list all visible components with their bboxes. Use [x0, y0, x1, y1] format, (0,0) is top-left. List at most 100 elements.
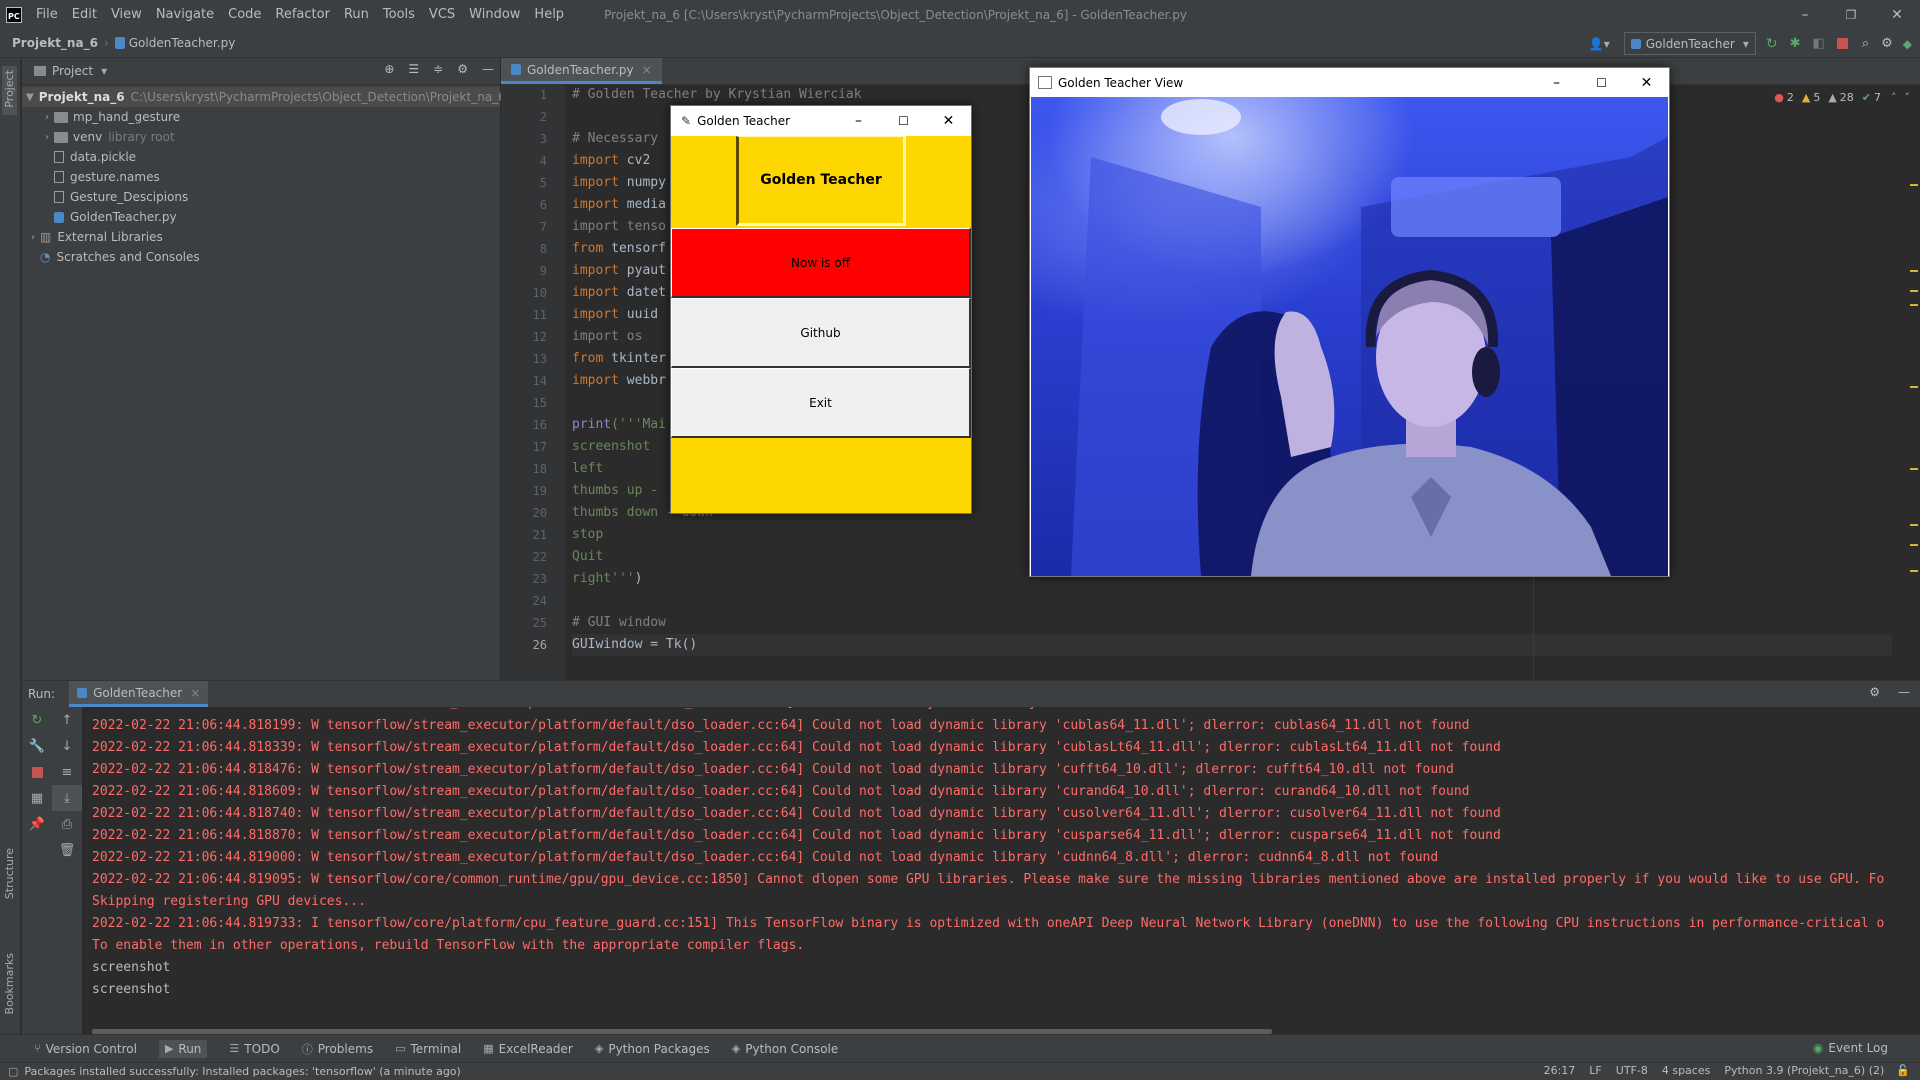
menu-item-help[interactable]: Help [534, 7, 564, 22]
hide-panel-icon[interactable]: — [1898, 685, 1910, 699]
tk-button-now-is-off[interactable]: Now is off [671, 228, 971, 298]
scroll-up-icon[interactable]: ↑ [52, 707, 82, 733]
minimize-icon[interactable]: – [1534, 68, 1579, 97]
camera-view-window[interactable]: Golden Teacher View – ☐ ✕ [1029, 67, 1670, 577]
tool-window-run[interactable]: ▶ Run [158, 1039, 208, 1058]
pin-icon[interactable]: 📌 [22, 811, 52, 837]
tree-item[interactable]: gesture.names [22, 167, 500, 187]
next-highlight-icon[interactable]: ˅ [1905, 91, 1911, 104]
menu-item-file[interactable]: File [36, 7, 58, 22]
event-log-button[interactable]: ◉ Event Log [1813, 1041, 1888, 1055]
tree-external-libraries[interactable]: › ▥ External Libraries [22, 227, 500, 247]
menu-item-edit[interactable]: Edit [72, 7, 97, 22]
tree-item[interactable]: › venv library root [22, 127, 500, 147]
chevron-down-icon[interactable]: ▼ [26, 92, 34, 103]
tool-window-python-packages[interactable]: ◈ Python Packages [595, 1042, 710, 1056]
python-interpreter[interactable]: Python 3.9 (Projekt_na_6) (2) [1724, 1064, 1884, 1077]
rerun-icon[interactable]: ↻ [22, 707, 52, 733]
structure-tool-button[interactable]: Structure [3, 848, 16, 902]
tk-button-exit[interactable]: Exit [671, 368, 971, 438]
tool-window-excelreader[interactable]: ▦ ExcelReader [483, 1042, 573, 1056]
tree-item[interactable]: GoldenTeacher.py [22, 207, 500, 227]
camera-window-titlebar[interactable]: Golden Teacher View – ☐ ✕ [1030, 68, 1669, 97]
menu-item-refactor[interactable]: Refactor [275, 7, 330, 22]
tk-button-github[interactable]: Github [671, 298, 971, 368]
jetbrains-toolbox-icon[interactable]: ◆ [1903, 37, 1912, 51]
tab-goldenteacher-py[interactable]: GoldenTeacher.py × [501, 58, 662, 84]
maximize-icon[interactable]: ☐ [1579, 68, 1624, 97]
tree-item[interactable]: › mp_hand_gesture [22, 107, 500, 127]
breadcrumb-file[interactable]: GoldenTeacher.py [129, 36, 236, 50]
console-output[interactable]: 2022-02-22 21:06:44.818199: W tensorflow… [92, 715, 1920, 1005]
minimize-icon[interactable]: – [1782, 0, 1828, 29]
restore-icon[interactable]: ❐ [1828, 0, 1874, 29]
layout-icon[interactable]: ▦ [22, 785, 52, 811]
tool-window-terminal[interactable]: ▭ Terminal [395, 1042, 461, 1056]
project-tool-button[interactable]: Project [2, 66, 17, 115]
status-message[interactable]: Packages installed successfully: Install… [24, 1065, 460, 1078]
menu-item-view[interactable]: View [111, 7, 142, 22]
hide-panel-icon[interactable]: — [482, 62, 494, 76]
previous-highlight-icon[interactable]: ˄ [1891, 91, 1897, 104]
bookmarks-tool-button[interactable]: Bookmarks [3, 953, 16, 1017]
tool-window-todo[interactable]: ☰ TODO [229, 1042, 279, 1056]
indent-setting[interactable]: 4 spaces [1662, 1064, 1711, 1077]
menu-item-vcs[interactable]: VCS [429, 7, 455, 22]
menu-item-navigate[interactable]: Navigate [156, 7, 214, 22]
cursor-position[interactable]: 26:17 [1544, 1064, 1576, 1077]
breadcrumb-project[interactable]: Projekt_na_6 [12, 36, 98, 50]
golden-teacher-window[interactable]: ✎ Golden Teacher – ☐ ✕ Golden Teacher No… [670, 105, 972, 514]
search-icon[interactable]: ⌕ [1862, 36, 1869, 51]
maximize-icon[interactable]: ☐ [881, 106, 926, 136]
run-config-selector[interactable]: GoldenTeacher ▾ [1623, 32, 1756, 55]
tree-scratches[interactable]: ◔ Scratches and Consoles [22, 247, 500, 267]
tree-item[interactable]: data.pickle [22, 147, 500, 167]
debug-icon[interactable]: ✱ [1790, 36, 1801, 51]
project-panel-title[interactable]: Project [52, 64, 93, 78]
chevron-right-icon[interactable]: › [40, 132, 54, 143]
tab-close-icon[interactable]: × [190, 686, 200, 700]
stop-icon[interactable] [1836, 38, 1848, 49]
file-encoding[interactable]: UTF-8 [1616, 1064, 1648, 1077]
lock-icon[interactable]: 🔓 [1896, 1064, 1910, 1077]
expand-all-icon[interactable]: ☰ [408, 62, 419, 76]
user-account-icon[interactable]: 👤▾ [1589, 37, 1610, 51]
rerun-icon[interactable]: ↻ [1766, 36, 1778, 52]
menu-item-tools[interactable]: Tools [383, 7, 415, 22]
close-icon[interactable]: ✕ [1874, 0, 1920, 29]
golden-teacher-header-button[interactable]: Golden Teacher [736, 136, 906, 226]
menu-item-code[interactable]: Code [228, 7, 261, 22]
error-stripe[interactable] [1910, 104, 1920, 674]
tree-item[interactable]: Gesture_Descipions [22, 187, 500, 207]
collapse-all-icon[interactable]: ≑ [433, 62, 443, 76]
menu-item-run[interactable]: Run [344, 7, 369, 22]
settings-gear-icon[interactable]: ⚙ [1881, 36, 1893, 51]
chevron-right-icon[interactable]: › [40, 112, 54, 123]
print-icon[interactable]: ⎙ [52, 811, 82, 837]
tk-window-titlebar[interactable]: ✎ Golden Teacher – ☐ ✕ [671, 106, 971, 136]
run-tab-goldenteacher[interactable]: GoldenTeacher × [69, 681, 209, 707]
settings-gear-icon[interactable]: ⚙ [457, 62, 468, 76]
scroll-down-icon[interactable]: ↓ [52, 733, 82, 759]
clear-all-icon[interactable]: 🗑 [52, 837, 82, 863]
tab-close-icon[interactable]: × [642, 63, 652, 77]
menu-item-window[interactable]: Window [469, 7, 520, 22]
soft-wrap-icon[interactable]: ≡ [52, 759, 82, 785]
close-icon[interactable]: ✕ [1624, 68, 1669, 97]
stop-icon[interactable] [22, 759, 52, 785]
tool-window-problems[interactable]: ⓘ Problems [302, 1041, 373, 1057]
modify-config-icon[interactable]: 🔧 [22, 733, 52, 759]
tool-window-version-control[interactable]: ⑂ Version Control [34, 1042, 137, 1056]
inspection-widget[interactable]: ● 2 ▲ 5 ▲ 28 ✔ 7 ˄ ˅ [1774, 91, 1910, 104]
coverage-icon[interactable]: ◧ [1813, 36, 1825, 51]
chevron-down-icon[interactable]: ▾ [101, 64, 107, 78]
locate-file-icon[interactable]: ⊕ [384, 62, 394, 76]
tool-window-python-console[interactable]: ◈ Python Console [732, 1042, 839, 1056]
tree-root[interactable]: ▼ Projekt_na_6 C:\Users\kryst\PycharmPro… [22, 87, 506, 107]
close-icon[interactable]: ✕ [926, 106, 971, 136]
line-separator[interactable]: LF [1589, 1064, 1601, 1077]
scroll-to-end-icon[interactable]: ⤓ [52, 785, 82, 811]
minimize-icon[interactable]: – [836, 106, 881, 136]
chevron-right-icon[interactable]: › [26, 232, 40, 243]
settings-gear-icon[interactable]: ⚙ [1869, 685, 1880, 699]
